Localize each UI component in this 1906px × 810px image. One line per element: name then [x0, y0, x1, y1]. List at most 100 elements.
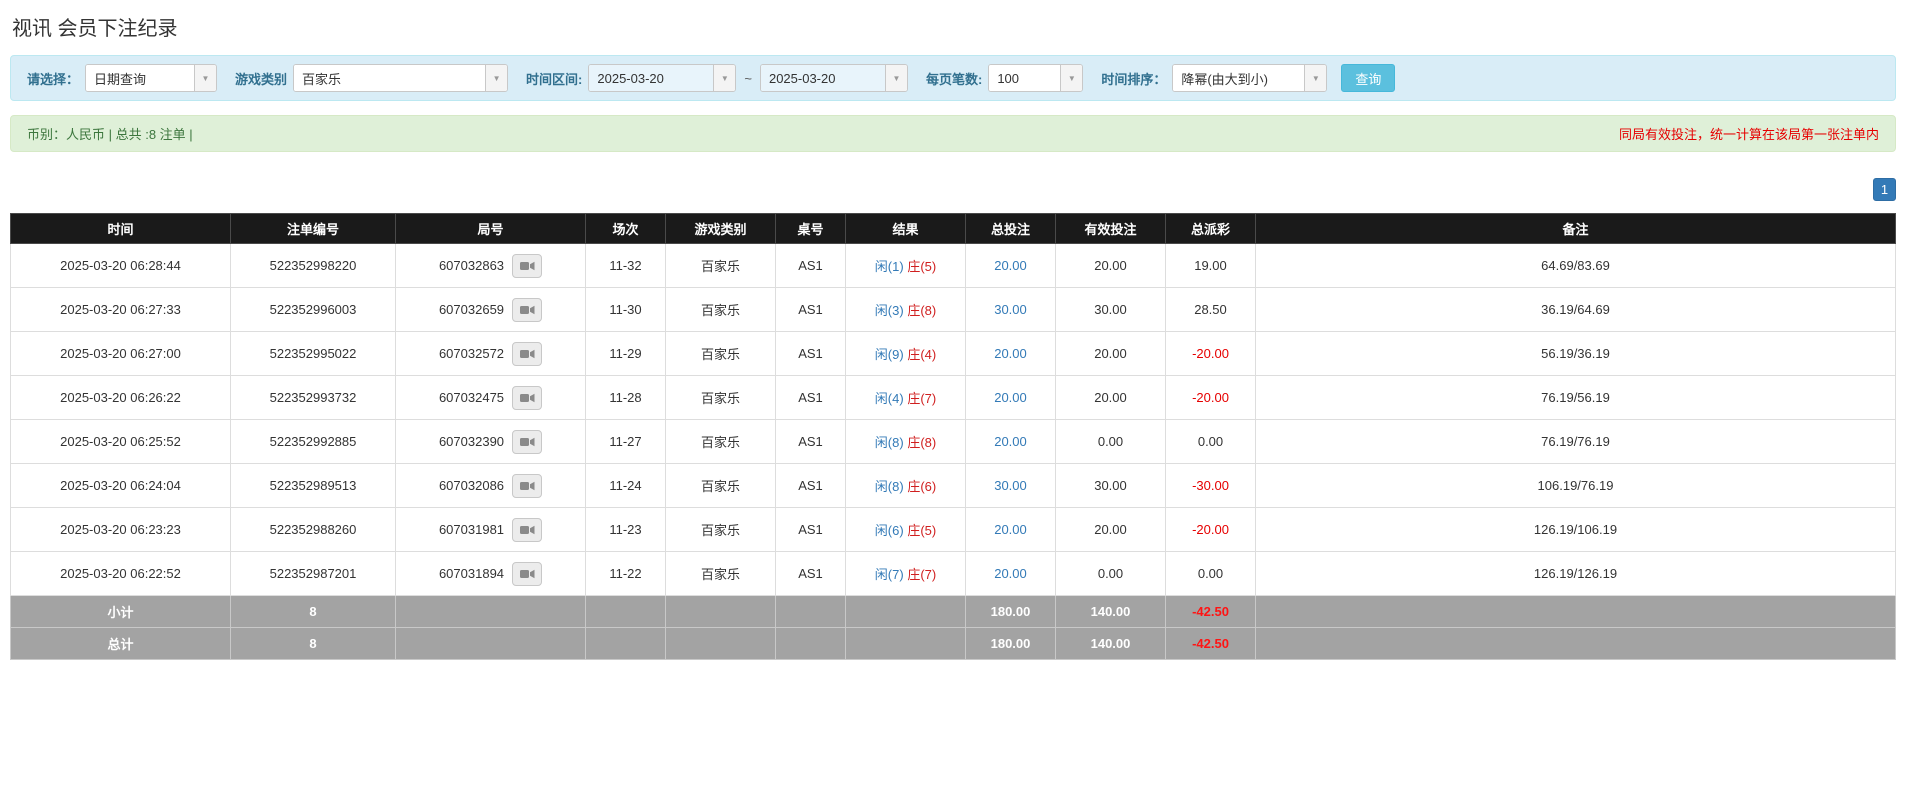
cell-session: 11-22 [585, 551, 666, 596]
result-player: 闲(8) [874, 435, 904, 450]
pagination-page-1[interactable]: 1 [1873, 178, 1896, 201]
page-size-label: 每页笔数: [925, 71, 983, 87]
result-banker: 庄(5) [907, 259, 937, 274]
cell-payout: -20.00 [1165, 507, 1256, 552]
cell-total-bet[interactable]: 20.00 [965, 331, 1056, 376]
result-player: 闲(3) [874, 303, 904, 318]
subtotal-label: 小计 [10, 595, 231, 628]
cell-bet-id: 522352993732 [230, 375, 396, 420]
bet-records-table: 时间 注单编号 局号 场次 游戏类别 桌号 结果 总投注 有效投注 总派彩 备注… [10, 213, 1896, 660]
header-game-type: 游戏类别 [665, 213, 776, 244]
round-id-text: 607032659 [438, 302, 505, 317]
search-button[interactable]: 查询 [1341, 64, 1396, 92]
empty-cell [665, 595, 776, 628]
page-size-select[interactable]: 100 ▼ [988, 64, 1084, 92]
chevron-down-icon[interactable]: ▼ [713, 65, 736, 91]
video-replay-button[interactable] [512, 429, 543, 454]
header-table-no: 桌号 [775, 213, 846, 244]
cell-bet-id: 522352992885 [230, 419, 396, 464]
cell-payout: 0.00 [1165, 551, 1256, 596]
result-banker: 庄(7) [907, 567, 937, 582]
cell-total-bet[interactable]: 30.00 [965, 463, 1056, 508]
chevron-down-icon[interactable]: ▼ [884, 65, 907, 91]
header-round-id: 局号 [395, 213, 586, 244]
cell-round-id: 607032572 [395, 331, 586, 376]
video-replay-button[interactable] [512, 473, 543, 498]
summary-bar: 币别：人民币 | 总共 :8 注单 | 同局有效投注，统一计算在该局第一张注单内 [10, 115, 1896, 152]
sort-select[interactable]: 降幂(由大到小) ▼ [1172, 64, 1328, 92]
query-type-select[interactable]: 日期查询 ▼ [85, 64, 218, 92]
cell-session: 11-32 [585, 243, 666, 288]
date-to-select[interactable]: 2025-03-20 ▼ [759, 64, 908, 92]
chevron-down-icon[interactable]: ▼ [1060, 65, 1083, 91]
empty-cell [585, 595, 666, 628]
cell-round-id: 607031894 [395, 551, 586, 596]
video-replay-button[interactable] [512, 385, 543, 410]
video-replay-button[interactable] [512, 517, 543, 542]
cell-total-bet[interactable]: 20.00 [965, 507, 1056, 552]
cell-game-type: 百家乐 [665, 463, 776, 508]
cell-note: 126.19/106.19 [1255, 507, 1896, 552]
video-replay-button[interactable] [512, 561, 543, 586]
subtotal-row: 小计 8 180.00 140.00 -42.50 [10, 595, 1896, 628]
cell-valid-bet: 20.00 [1055, 243, 1166, 288]
video-icon [519, 349, 535, 358]
video-replay-button[interactable] [512, 253, 543, 278]
chevron-down-icon[interactable]: ▼ [194, 65, 217, 91]
cell-table-no: AS1 [775, 551, 846, 596]
header-time: 时间 [10, 213, 231, 244]
pagination: 1 [10, 178, 1896, 201]
grand-total-label: 总计 [10, 627, 231, 660]
cell-round-id: 607032659 [395, 287, 586, 332]
chevron-down-icon[interactable]: ▼ [485, 65, 508, 91]
result-player: 闲(7) [874, 567, 904, 582]
cell-result: 闲(1) 庄(5) [845, 243, 966, 288]
round-id-text: 607032475 [438, 390, 505, 405]
cell-total-bet[interactable]: 20.00 [965, 419, 1056, 464]
date-from-select[interactable]: 2025-03-20 ▼ [588, 64, 737, 92]
cell-payout: 0.00 [1165, 419, 1256, 464]
cell-table-no: AS1 [775, 463, 846, 508]
valid-bet-notice: 同局有效投注，统一计算在该局第一张注单内 [1618, 127, 1879, 142]
subtotal-count: 8 [230, 595, 396, 628]
chevron-down-icon[interactable]: ▼ [1304, 65, 1327, 91]
cell-time: 2025-03-20 06:27:00 [10, 331, 231, 376]
video-icon [519, 481, 535, 490]
result-player: 闲(8) [874, 479, 904, 494]
page: 视讯 会员下注纪录 请选择： 日期查询 ▼ 游戏类别 百家乐 ▼ 时间区间: 2… [0, 0, 1906, 680]
cell-table-no: AS1 [775, 375, 846, 420]
table-body: 2025-03-20 06:28:44 522352998220 6070328… [10, 243, 1896, 596]
table-row: 2025-03-20 06:23:23 522352988260 6070319… [10, 507, 1896, 552]
round-id-text: 607031894 [438, 566, 505, 581]
cell-result: 闲(8) 庄(6) [845, 463, 966, 508]
cell-total-bet[interactable]: 20.00 [965, 551, 1056, 596]
cell-round-id: 607032390 [395, 419, 586, 464]
video-replay-button[interactable] [512, 297, 543, 322]
cell-total-bet[interactable]: 30.00 [965, 287, 1056, 332]
cell-total-bet[interactable]: 20.00 [965, 375, 1056, 420]
cell-game-type: 百家乐 [665, 375, 776, 420]
cell-note: 76.19/56.19 [1255, 375, 1896, 420]
round-id-text: 607032086 [438, 478, 505, 493]
cell-game-type: 百家乐 [665, 287, 776, 332]
sort-value: 降幂(由大到小) [1173, 65, 1305, 91]
cell-valid-bet: 20.00 [1055, 331, 1166, 376]
grand-total-total-payout: -42.50 [1165, 627, 1256, 660]
video-replay-button[interactable] [512, 341, 543, 366]
table-row: 2025-03-20 06:24:04 522352989513 6070320… [10, 463, 1896, 508]
cell-time: 2025-03-20 06:23:23 [10, 507, 231, 552]
empty-cell [585, 627, 666, 660]
cell-note: 64.69/83.69 [1255, 243, 1896, 288]
result-player: 闲(4) [874, 391, 904, 406]
game-type-value: 百家乐 [294, 65, 486, 91]
cell-result: 闲(9) 庄(4) [845, 331, 966, 376]
header-valid-bet: 有效投注 [1055, 213, 1166, 244]
cell-game-type: 百家乐 [665, 551, 776, 596]
cell-total-bet[interactable]: 20.00 [965, 243, 1056, 288]
empty-cell [775, 627, 846, 660]
cell-bet-id: 522352998220 [230, 243, 396, 288]
game-type-select[interactable]: 百家乐 ▼ [293, 64, 509, 92]
time-range-label: 时间区间: [526, 71, 583, 87]
cell-time: 2025-03-20 06:22:52 [10, 551, 231, 596]
cell-result: 闲(8) 庄(8) [845, 419, 966, 464]
